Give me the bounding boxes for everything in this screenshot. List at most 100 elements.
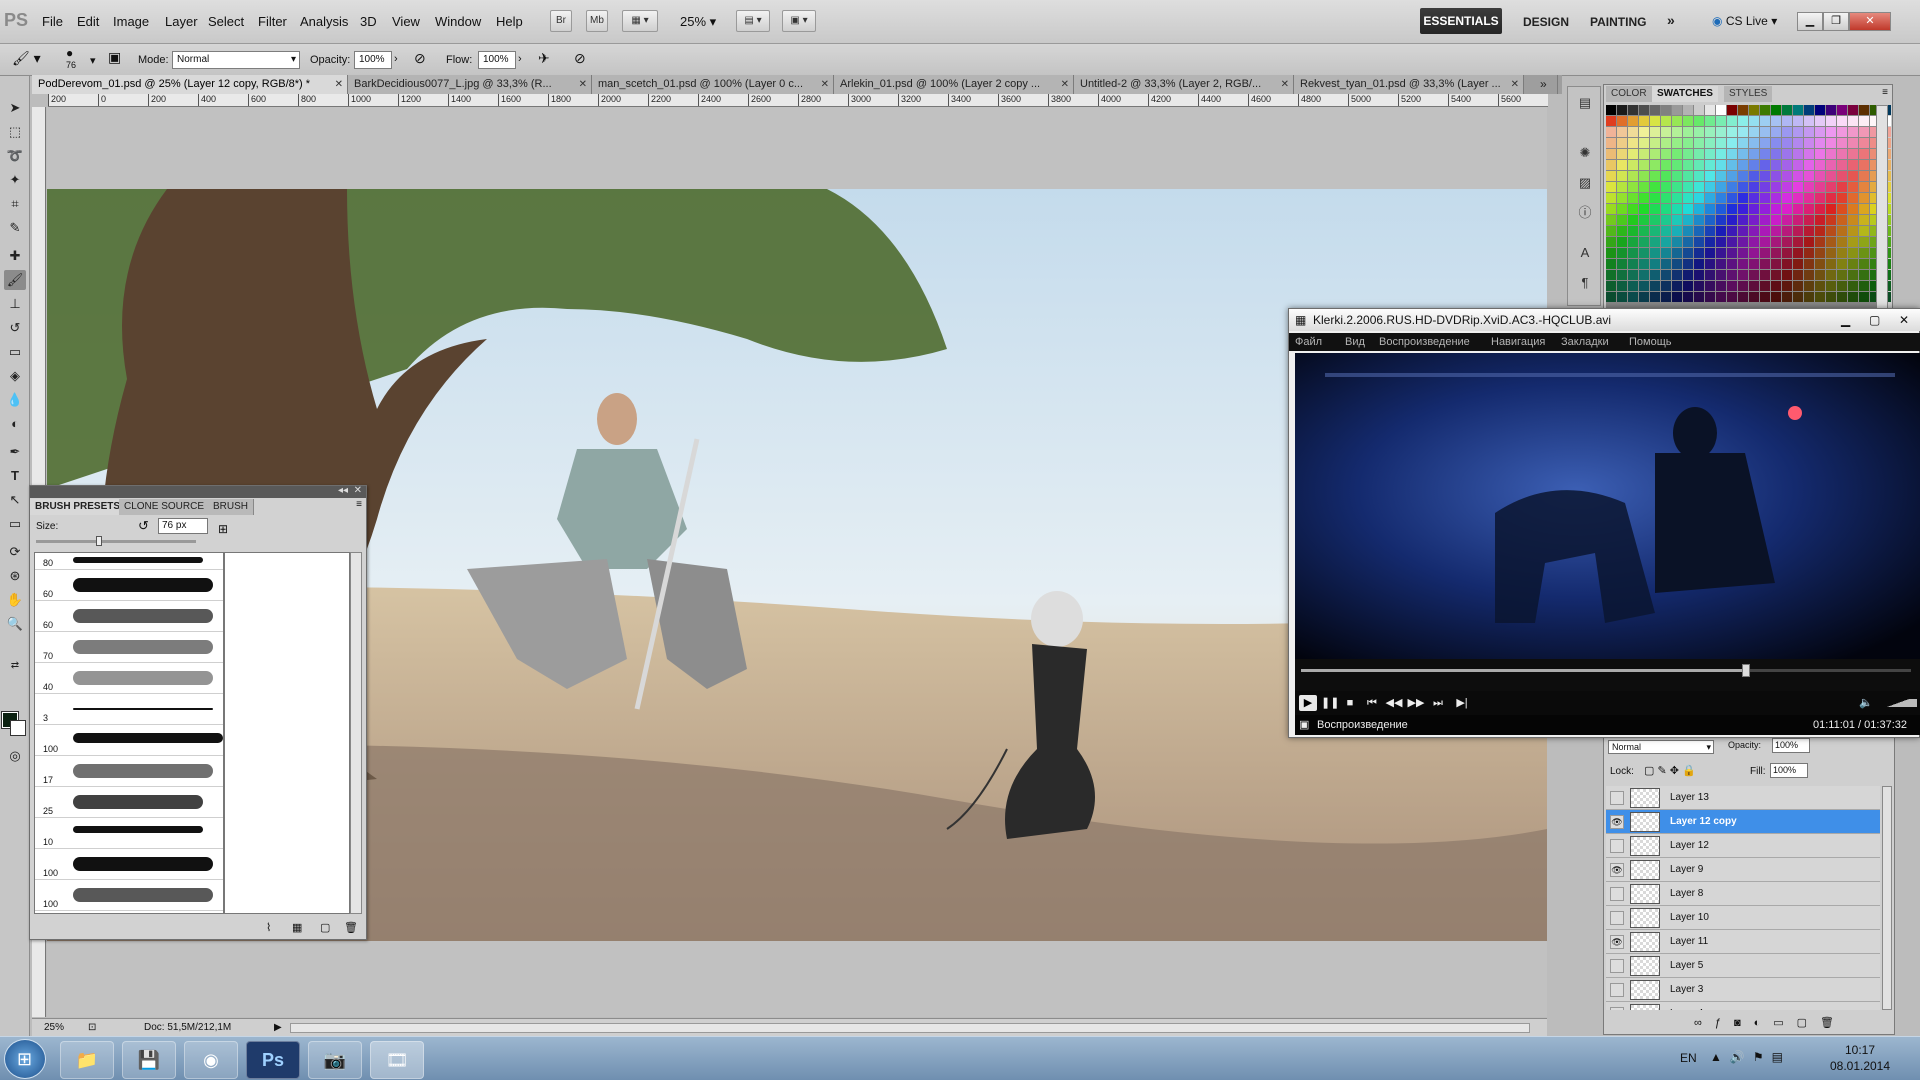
swatch[interactable]	[1628, 248, 1638, 258]
eyedropper-tool-icon[interactable]: ✎	[4, 218, 26, 238]
swatch[interactable]	[1672, 105, 1682, 115]
swatch[interactable]	[1617, 105, 1627, 115]
swatch[interactable]	[1782, 215, 1792, 225]
swatch[interactable]	[1760, 248, 1770, 258]
swatch[interactable]	[1606, 149, 1616, 159]
blur-tool-icon[interactable]: 💧	[4, 390, 26, 410]
swatch[interactable]	[1771, 138, 1781, 148]
swatch[interactable]	[1826, 204, 1836, 214]
swatch[interactable]	[1705, 160, 1715, 170]
media-player-taskbar-icon[interactable]: 🎞	[370, 1041, 424, 1079]
swatch[interactable]	[1639, 127, 1649, 137]
swatch[interactable]	[1683, 182, 1693, 192]
swatch[interactable]	[1859, 237, 1869, 247]
swatch[interactable]	[1672, 138, 1682, 148]
previous-button[interactable]: ⏮	[1363, 695, 1381, 711]
visibility-eye-icon[interactable]: 👁	[1610, 815, 1624, 829]
swatch[interactable]	[1672, 259, 1682, 269]
swatch[interactable]	[1661, 193, 1671, 203]
swatch[interactable]	[1826, 138, 1836, 148]
swatch[interactable]	[1661, 292, 1671, 302]
swatch[interactable]	[1628, 171, 1638, 181]
taskbar-clock[interactable]: 10:17 08.01.2014	[1820, 1042, 1900, 1074]
histogram-icon[interactable]: ▨	[1575, 173, 1595, 193]
swatch[interactable]	[1705, 138, 1715, 148]
swatch[interactable]	[1837, 171, 1847, 181]
visibility-eye-icon[interactable]	[1610, 983, 1624, 997]
swatch[interactable]	[1771, 204, 1781, 214]
swatch[interactable]	[1727, 215, 1737, 225]
swatch[interactable]	[1628, 281, 1638, 291]
swatch[interactable]	[1650, 105, 1660, 115]
swatch[interactable]	[1672, 226, 1682, 236]
lock-pixels-icons[interactable]: ▢ ✎ ✥ 🔒	[1644, 764, 1696, 777]
swatch[interactable]	[1727, 105, 1737, 115]
swatch[interactable]	[1837, 226, 1847, 236]
toggle-preview-icon[interactable]: ⌇	[266, 921, 271, 934]
brush-preset-list[interactable]: 80 60 60 70 40 3 100 17 25 10 100 100	[34, 552, 224, 914]
swatch[interactable]	[1837, 127, 1847, 137]
swatch[interactable]	[1749, 215, 1759, 225]
minimize-button[interactable]: ▁	[1797, 12, 1823, 31]
seek-thumb[interactable]	[1742, 664, 1751, 677]
swatch[interactable]	[1804, 105, 1814, 115]
swatch[interactable]	[1606, 259, 1616, 269]
swatch[interactable]	[1771, 226, 1781, 236]
menu-file[interactable]: File	[42, 14, 63, 29]
swatch[interactable]	[1760, 226, 1770, 236]
swatch[interactable]	[1683, 138, 1693, 148]
swatch[interactable]	[1716, 116, 1726, 126]
rewind-button[interactable]: ◀◀	[1385, 695, 1403, 711]
swatches-scrollbar[interactable]	[1876, 105, 1888, 309]
swatch[interactable]	[1771, 149, 1781, 159]
menu-view[interactable]: View	[392, 14, 420, 29]
shape-tool-icon[interactable]: ▭	[4, 514, 26, 534]
swatch[interactable]	[1672, 237, 1682, 247]
swatch[interactable]	[1859, 292, 1869, 302]
view-extras-button[interactable]: ▦ ▾	[622, 10, 658, 32]
swatch[interactable]	[1694, 226, 1704, 236]
swatch[interactable]	[1683, 237, 1693, 247]
swatch[interactable]	[1837, 281, 1847, 291]
swatch[interactable]	[1705, 204, 1715, 214]
swatch[interactable]	[1760, 237, 1770, 247]
3d-rotate-tool-icon[interactable]: ⟳	[4, 542, 26, 562]
swatch[interactable]	[1804, 127, 1814, 137]
swatch[interactable]	[1826, 149, 1836, 159]
swatch[interactable]	[1650, 281, 1660, 291]
swatch[interactable]	[1793, 105, 1803, 115]
swatch[interactable]	[1661, 215, 1671, 225]
swatch[interactable]	[1738, 226, 1748, 236]
swatch[interactable]	[1606, 270, 1616, 280]
swatch[interactable]	[1639, 226, 1649, 236]
swatch[interactable]	[1804, 259, 1814, 269]
airbrush-icon[interactable]: ✈	[538, 50, 550, 67]
player-menu-navigation[interactable]: Навигация	[1491, 333, 1545, 351]
workspace-essentials[interactable]: ESSENTIALS	[1420, 8, 1502, 34]
swatch[interactable]	[1606, 193, 1616, 203]
swatch[interactable]	[1760, 138, 1770, 148]
swatch[interactable]	[1826, 182, 1836, 192]
size-slider-handle[interactable]	[96, 536, 102, 546]
swatch[interactable]	[1859, 204, 1869, 214]
swatch[interactable]	[1848, 171, 1858, 181]
tab-untitled-2[interactable]: Untitled-2 @ 33,3% (Layer 2, RGB/... ✕	[1074, 75, 1294, 94]
swatch[interactable]	[1782, 171, 1792, 181]
swatch[interactable]	[1661, 204, 1671, 214]
swatch[interactable]	[1782, 182, 1792, 192]
swatch[interactable]	[1716, 182, 1726, 192]
swatch[interactable]	[1848, 116, 1858, 126]
swatch[interactable]	[1661, 237, 1671, 247]
new-brush-icon[interactable]: ▢	[320, 921, 330, 934]
quick-select-tool-icon[interactable]: ✦	[4, 170, 26, 190]
swatch[interactable]	[1771, 237, 1781, 247]
flow-input[interactable]: 100%	[478, 51, 516, 69]
menu-layer[interactable]: Layer	[165, 14, 198, 29]
swatch[interactable]	[1760, 204, 1770, 214]
list-item[interactable]: 25	[35, 787, 223, 818]
swatch[interactable]	[1716, 270, 1726, 280]
pause-button[interactable]: ❚❚	[1321, 695, 1339, 711]
layer-row[interactable]: Layer 10	[1606, 906, 1880, 930]
swatch[interactable]	[1848, 281, 1858, 291]
healing-brush-tool-icon[interactable]: ✚	[4, 246, 26, 266]
